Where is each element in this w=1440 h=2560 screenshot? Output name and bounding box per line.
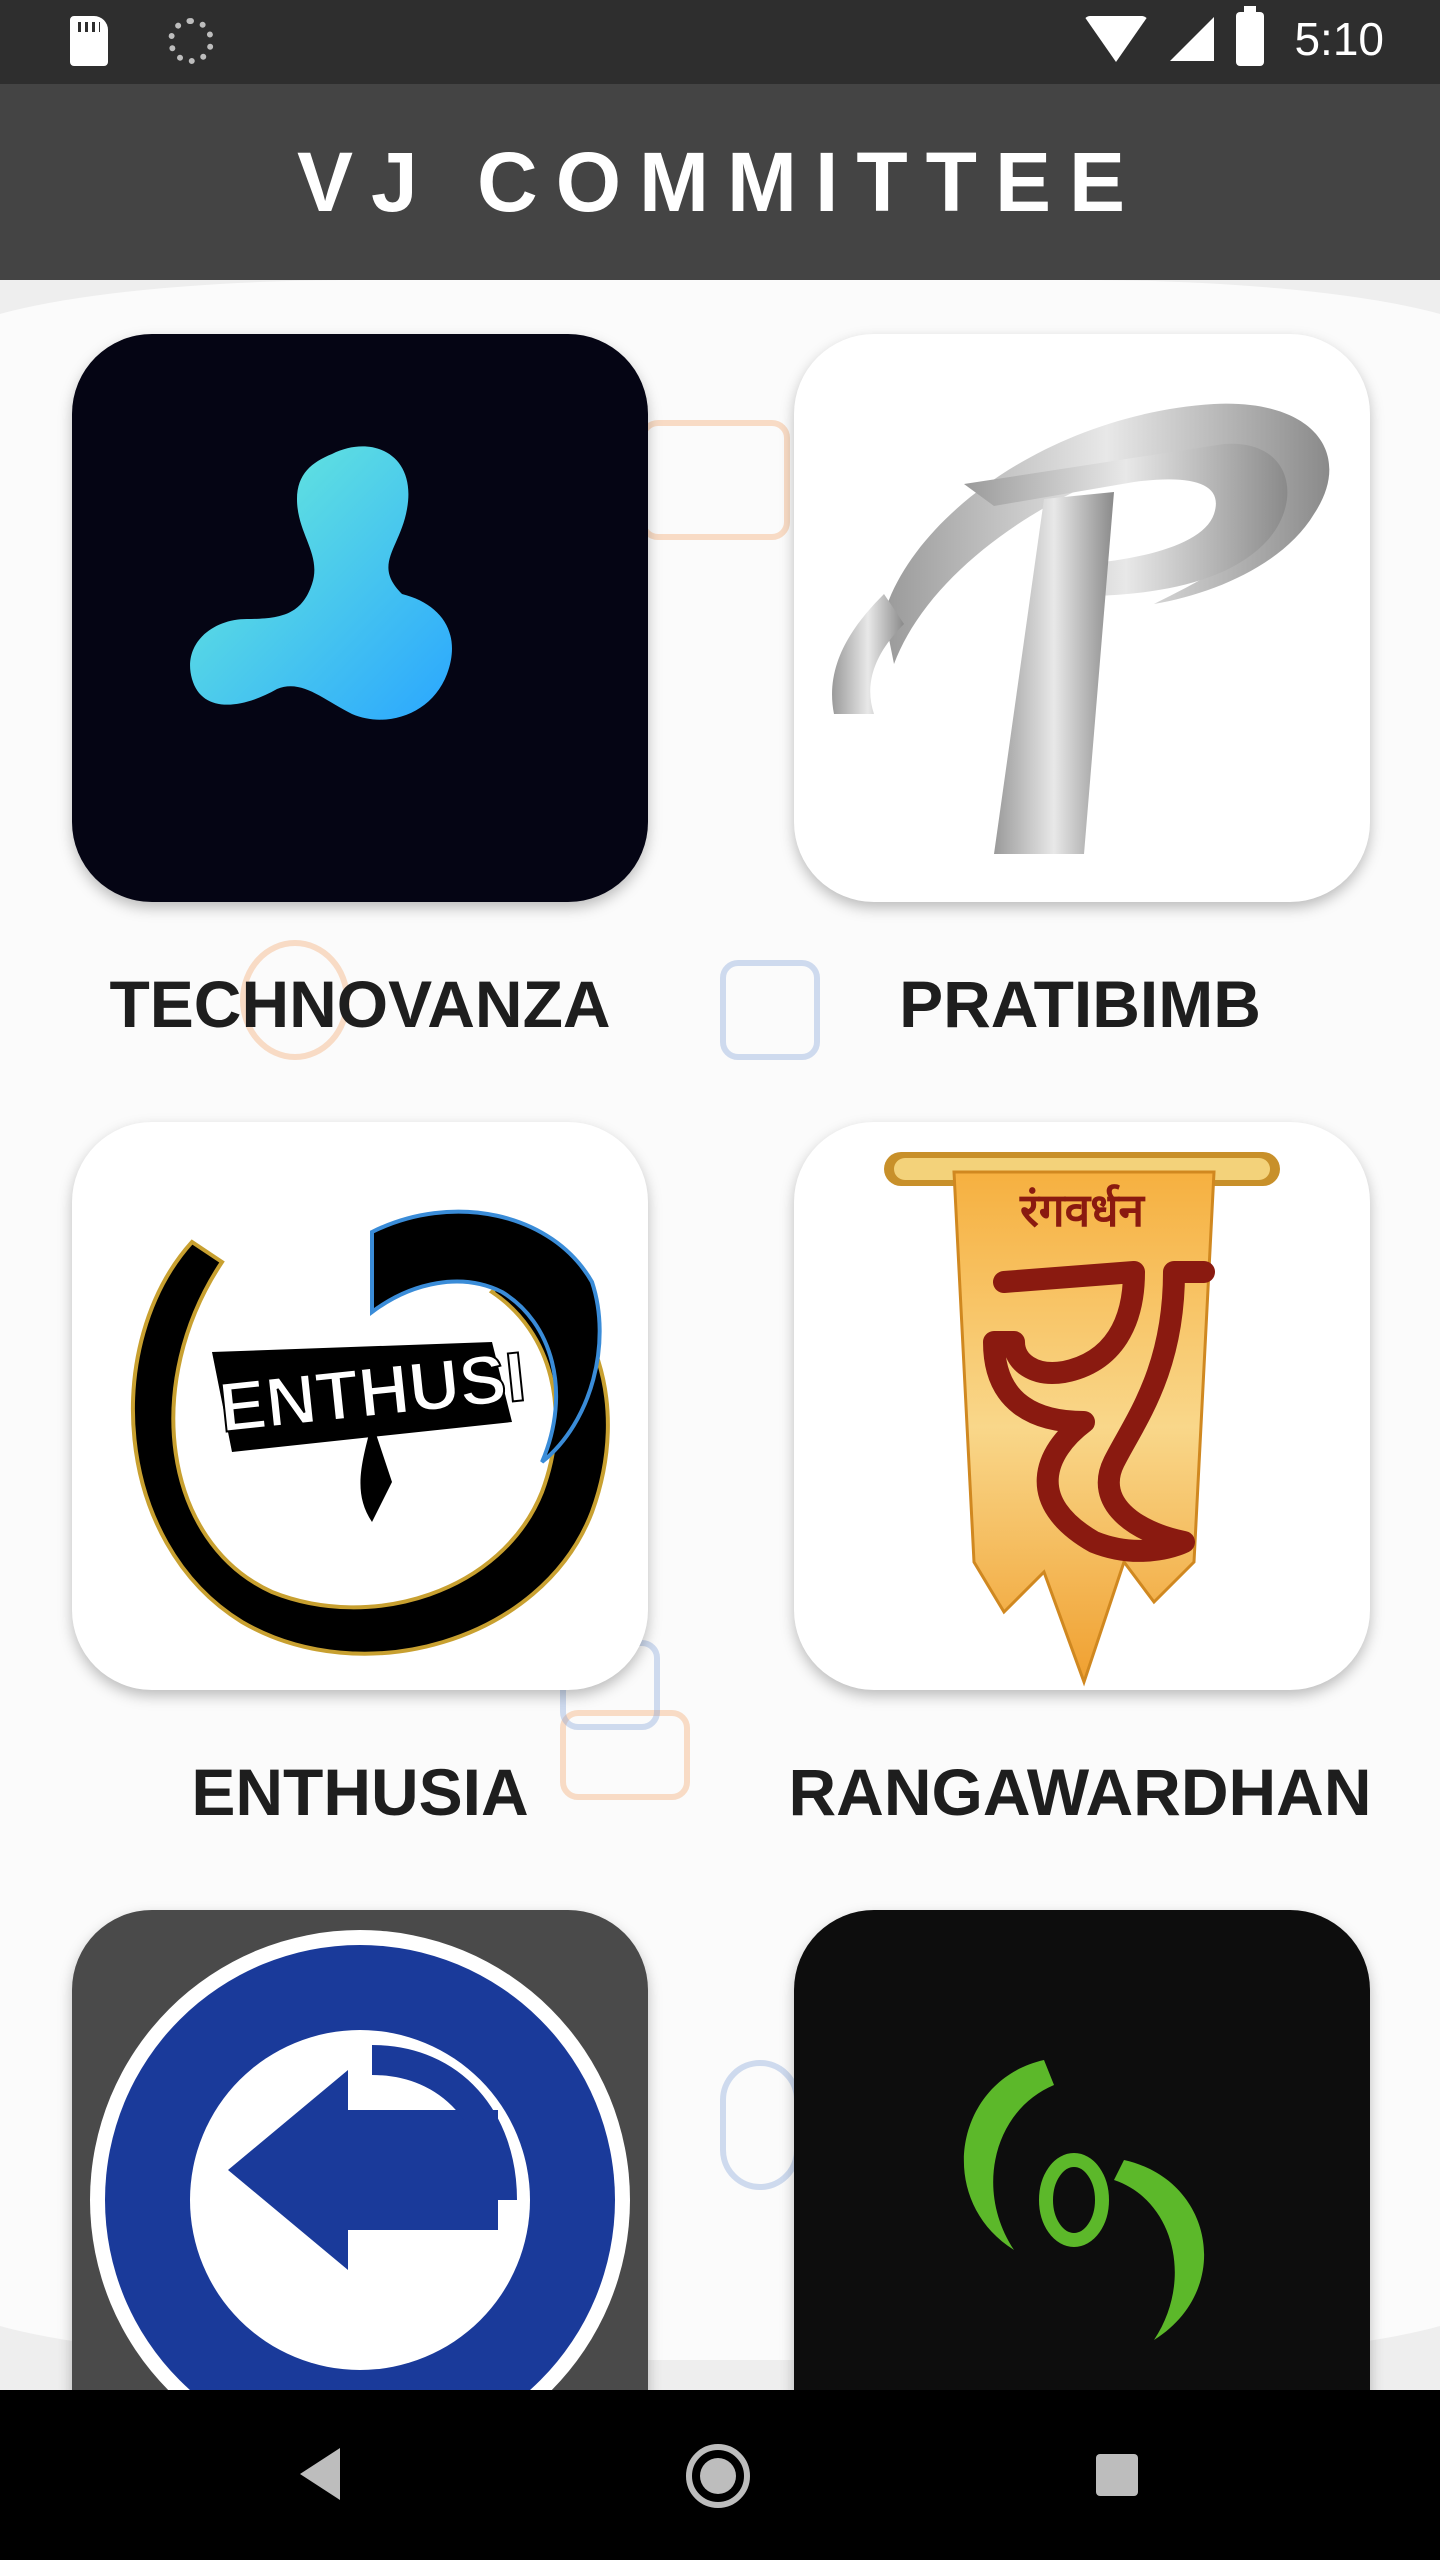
status-time: 5:10 [1294, 13, 1384, 65]
app-bar: VJ COMMITTEE [0, 84, 1440, 280]
committee-6-logo [963, 2060, 1205, 2340]
committee-label[interactable]: ENTHUSIA [0, 1754, 720, 1830]
recent-apps-icon[interactable] [1096, 2454, 1138, 2496]
technovanza-logo [190, 446, 452, 720]
status-bar: 5:10 [0, 0, 1440, 84]
committee-card-6[interactable] [794, 1910, 1370, 2390]
pratibimb-logo [832, 403, 1330, 854]
rangawardhan-logo: रंगवर्धन [884, 1152, 1280, 1687]
rugby-doodle-icon [720, 2060, 800, 2190]
committee-card-5[interactable] [72, 1910, 648, 2390]
sync-icon [168, 18, 214, 64]
committee-label[interactable]: RANGAWARDHAN [720, 1754, 1440, 1830]
navigation-bar [0, 2390, 1440, 2560]
committee-grid[interactable]: TECHNOVANZA PRATIBIMB ENTHUSI ENTHUSIA र… [0, 280, 1440, 2390]
home-icon[interactable] [686, 2444, 750, 2508]
wifi-icon [1084, 16, 1149, 62]
committee-5-logo [90, 1930, 630, 2390]
rangawardhan-logo-text: रंगवर्धन [1019, 1183, 1146, 1237]
committee-card-enthusia[interactable]: ENTHUSI [72, 1122, 648, 1690]
committee-card-pratibimb[interactable] [794, 334, 1370, 902]
sd-card-icon [70, 16, 108, 66]
page-title: VJ COMMITTEE [296, 134, 1144, 229]
signal-icon [1170, 17, 1215, 61]
back-icon[interactable] [300, 2448, 340, 2500]
enthusia-logo: ENTHUSI [130, 1209, 610, 1656]
book-doodle-icon [640, 420, 790, 540]
committee-label[interactable]: TECHNOVANZA [0, 966, 720, 1042]
battery-icon [1236, 6, 1265, 66]
committee-label[interactable]: PRATIBIMB [720, 966, 1440, 1042]
committee-card-rangawardhan[interactable]: रंगवर्धन [794, 1122, 1370, 1690]
committee-card-technovanza[interactable] [72, 334, 648, 902]
